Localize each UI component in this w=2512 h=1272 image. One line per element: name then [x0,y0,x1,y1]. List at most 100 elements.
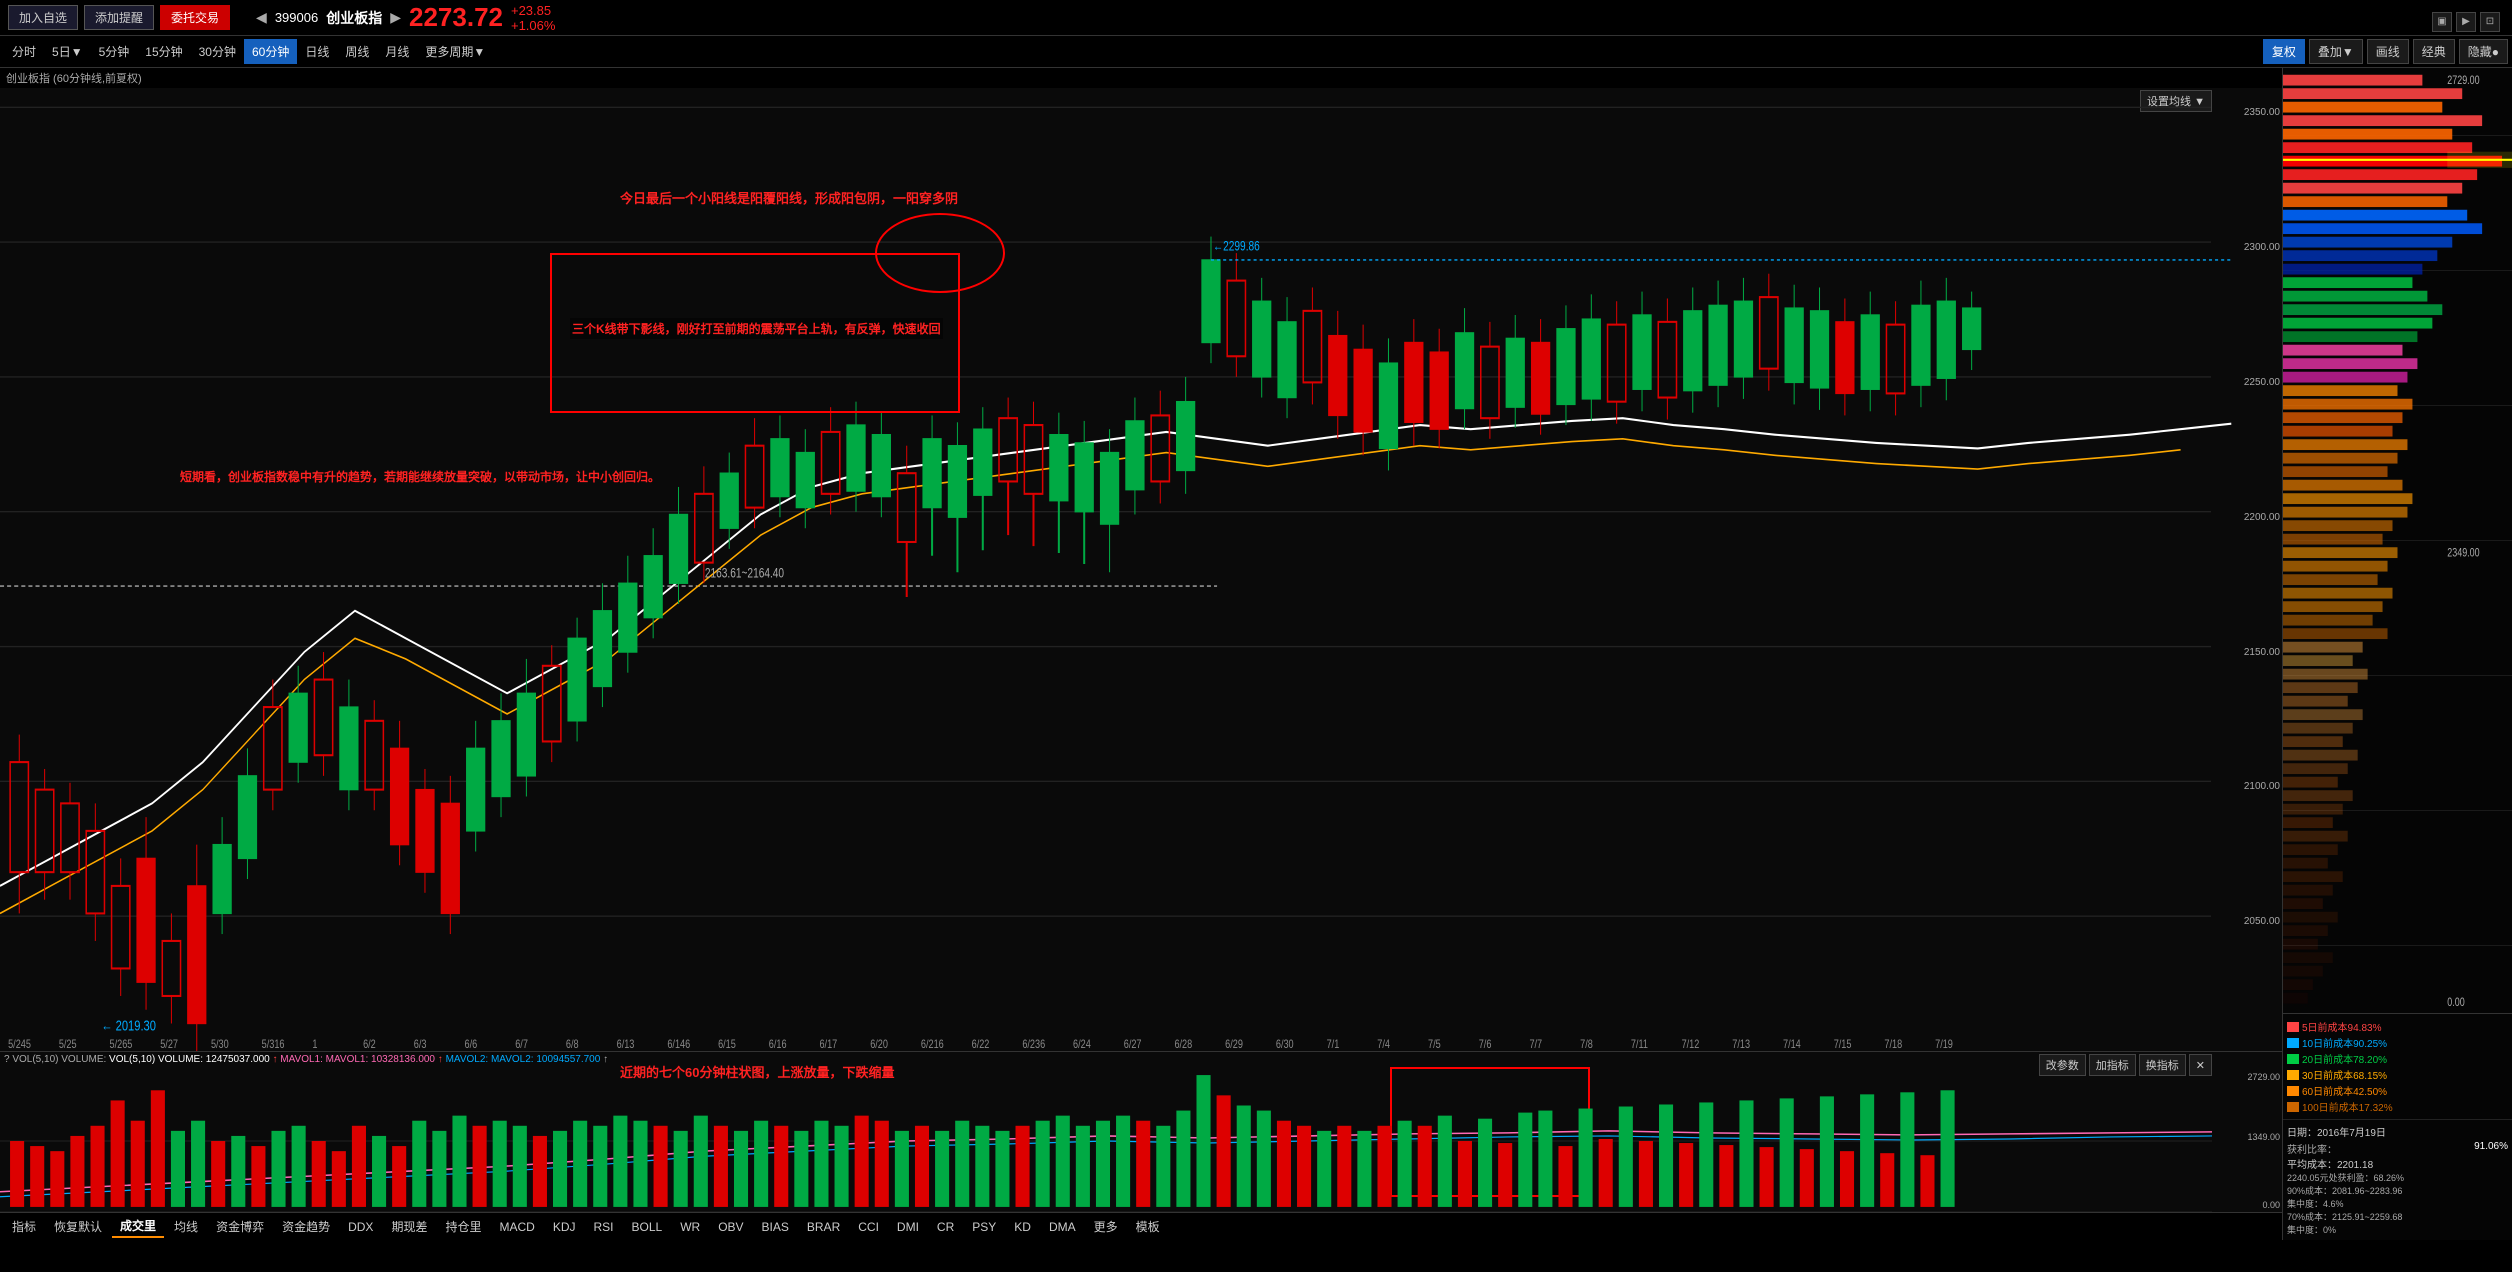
fuquan-btn[interactable]: 复权 [2263,39,2305,64]
legend-label-4: 30日前成本68.15% [2302,1067,2387,1082]
svg-text:2163.61~2164.40: 2163.61~2164.40 [705,565,784,581]
legend-color-3 [2287,1054,2299,1064]
tab-macd[interactable]: MACD [491,1218,542,1236]
stock-name: 创业板指 [326,8,382,28]
svg-text:7/18: 7/18 [1884,1038,1902,1051]
svg-text:5/265: 5/265 [110,1038,133,1051]
tab-cci[interactable]: CCI [850,1218,887,1236]
legend-color-6 [2287,1102,2299,1112]
svg-text:← 2019.30: ← 2019.30 [101,1017,156,1034]
tab-brar[interactable]: BRAR [799,1218,848,1236]
tab-cr[interactable]: CR [929,1218,962,1236]
top-bar: 加入自选 添加提醒 委托交易 ◀ 399006 创业板指 ▶ 2273.72 +… [0,0,2512,36]
time-btn-daily[interactable]: 日线 [297,39,337,64]
vol-y-label-3: 0.00 [2262,1200,2280,1210]
tab-dmi[interactable]: DMI [889,1218,927,1236]
tab-psy[interactable]: PSY [964,1218,1004,1236]
mavol2-arrow: ↑ [603,1054,608,1065]
svg-text:6/236: 6/236 [1022,1038,1045,1051]
legend-row-6: 100日前成本17.32% [2287,1099,2508,1114]
svg-text:5/25: 5/25 [59,1038,77,1051]
add-watchlist-button[interactable]: 加入自选 [8,5,78,30]
tab-more[interactable]: 更多 [1086,1216,1126,1237]
jingdian-btn[interactable]: 经典 [2413,39,2455,64]
svg-text:2729.00: 2729.00 [2447,74,2479,88]
time-btn-fenshi[interactable]: 分时 [4,39,44,64]
tab-obv[interactable]: OBV [710,1218,751,1236]
svg-text:7/4: 7/4 [1377,1038,1390,1051]
tab-template[interactable]: 模板 [1128,1216,1168,1237]
legend-row-4: 30日前成本68.15% [2287,1067,2508,1082]
commission-button[interactable]: 委托交易 [160,5,230,30]
tab-rsi[interactable]: RSI [585,1218,621,1236]
prev-stock-arrow[interactable]: ◀ [256,9,267,26]
stock-price: 2273.72 [409,2,503,33]
tab-wr[interactable]: WR [672,1218,708,1236]
svg-text:6/216: 6/216 [921,1038,944,1051]
tab-zijinqushi[interactable]: 资金趋势 [274,1216,338,1237]
next-stock-arrow[interactable]: ▶ [390,9,401,26]
volume-bars [0,1070,2212,1212]
time-btn-60min[interactable]: 60分钟 [244,39,297,64]
stock-change-pct: +1.06% [511,18,555,33]
chart-title: 创业板指 (60分钟线,前夏权) [0,68,2282,88]
fullscreen-icon[interactable]: ⊡ [2480,12,2500,32]
legend-color-4 [2287,1070,2299,1080]
svg-text:6/146: 6/146 [667,1038,690,1051]
legend-row-2: 10日前成本90.25% [2287,1035,2508,1050]
stock-code: 399006 [275,10,318,25]
stat-profit-val: 91.06% [2474,1141,2508,1156]
time-btn-15min[interactable]: 15分钟 [137,39,190,64]
tab-dma[interactable]: DMA [1041,1218,1084,1236]
huaxian-btn[interactable]: 画线 [2367,39,2409,64]
time-btn-monthly[interactable]: 月线 [377,39,417,64]
time-btn-more[interactable]: 更多周期▼ [417,39,493,64]
tab-boll[interactable]: BOLL [624,1218,671,1236]
svg-text:6/13: 6/13 [617,1038,635,1051]
svg-text:6/2: 6/2 [363,1038,376,1051]
svg-text:6/7: 6/7 [515,1038,528,1051]
tab-indicator[interactable]: 指标 [4,1216,44,1237]
legend-label-1: 5日前成本94.83% [2302,1019,2381,1034]
svg-text:7/7: 7/7 [1529,1038,1542,1051]
stat-avg-cost: 平均成本：2201.18 [2287,1156,2508,1171]
time-btn-30min[interactable]: 30分钟 [191,39,244,64]
vol-y-label-2: 1349.00 [2247,1132,2280,1142]
mavol2-value: MAVOL2: 10094557.700 [491,1054,600,1065]
time-bar: 分时 5日▼ 5分钟 15分钟 30分钟 60分钟 日线 周线 月线 更多周期▼… [0,36,2512,68]
legend-label-6: 100日前成本17.32% [2302,1099,2393,1114]
svg-text:6/30: 6/30 [1276,1038,1294,1051]
tab-zijinboji[interactable]: 资金博弈 [208,1216,272,1237]
right-panel: 2729.00 2349.00 0.00 5日前成本94.83% 10日前成本9… [2282,68,2512,1240]
svg-text:7/15: 7/15 [1834,1038,1852,1051]
svg-text:7/6: 7/6 [1479,1038,1492,1051]
svg-text:5/316: 5/316 [262,1038,285,1051]
time-btn-5day[interactable]: 5日▼ [44,39,91,64]
stats-area: 日期：2016年7月19日 获利比率： 91.06% 平均成本：2201.18 … [2283,1119,2512,1240]
svg-text:6/17: 6/17 [819,1038,837,1051]
mavol1-value: MAVOL1: 10328136.000 [326,1054,435,1065]
time-btn-weekly[interactable]: 周线 [337,39,377,64]
time-btn-5min[interactable]: 5分钟 [91,39,138,64]
tab-kdj[interactable]: KDJ [545,1218,584,1236]
tab-chicangli[interactable]: 持仓里 [437,1216,489,1237]
tab-junxian[interactable]: 均线 [166,1216,206,1237]
vol-label: ? VOL(5,10) VOLUME: [4,1054,109,1065]
diejia-btn[interactable]: 叠加▼ [2309,39,2363,64]
svg-text:6/22: 6/22 [972,1038,990,1051]
screenshot-icon[interactable]: ▣ [2432,12,2452,32]
svg-text:6/6: 6/6 [465,1038,478,1051]
tab-kd[interactable]: KD [1006,1218,1039,1236]
add-alert-button[interactable]: 添加提醒 [84,5,154,30]
tab-ddx[interactable]: DDX [340,1218,381,1236]
tab-restore[interactable]: 恢复默认 [46,1216,110,1237]
svg-text:5/27: 5/27 [160,1038,178,1051]
volume-indicator: ? VOL(5,10) VOLUME: VOL(5,10) VOLUME: 12… [4,1054,608,1065]
tab-chengjiaoli[interactable]: 成交里 [112,1215,164,1238]
tab-qixiancha[interactable]: 期现差 [383,1216,435,1237]
yincang-btn[interactable]: 隐藏● [2459,39,2508,64]
stat-detail-2: 90%成本：2081.96~2283.96 [2287,1184,2508,1197]
main-chart[interactable]: 设置均线 ▼ 2350.00 2300.00 2250.00 2200.00 2… [0,88,2282,1052]
play-icon[interactable]: ▶ [2456,12,2476,32]
tab-bias[interactable]: BIAS [754,1218,797,1236]
